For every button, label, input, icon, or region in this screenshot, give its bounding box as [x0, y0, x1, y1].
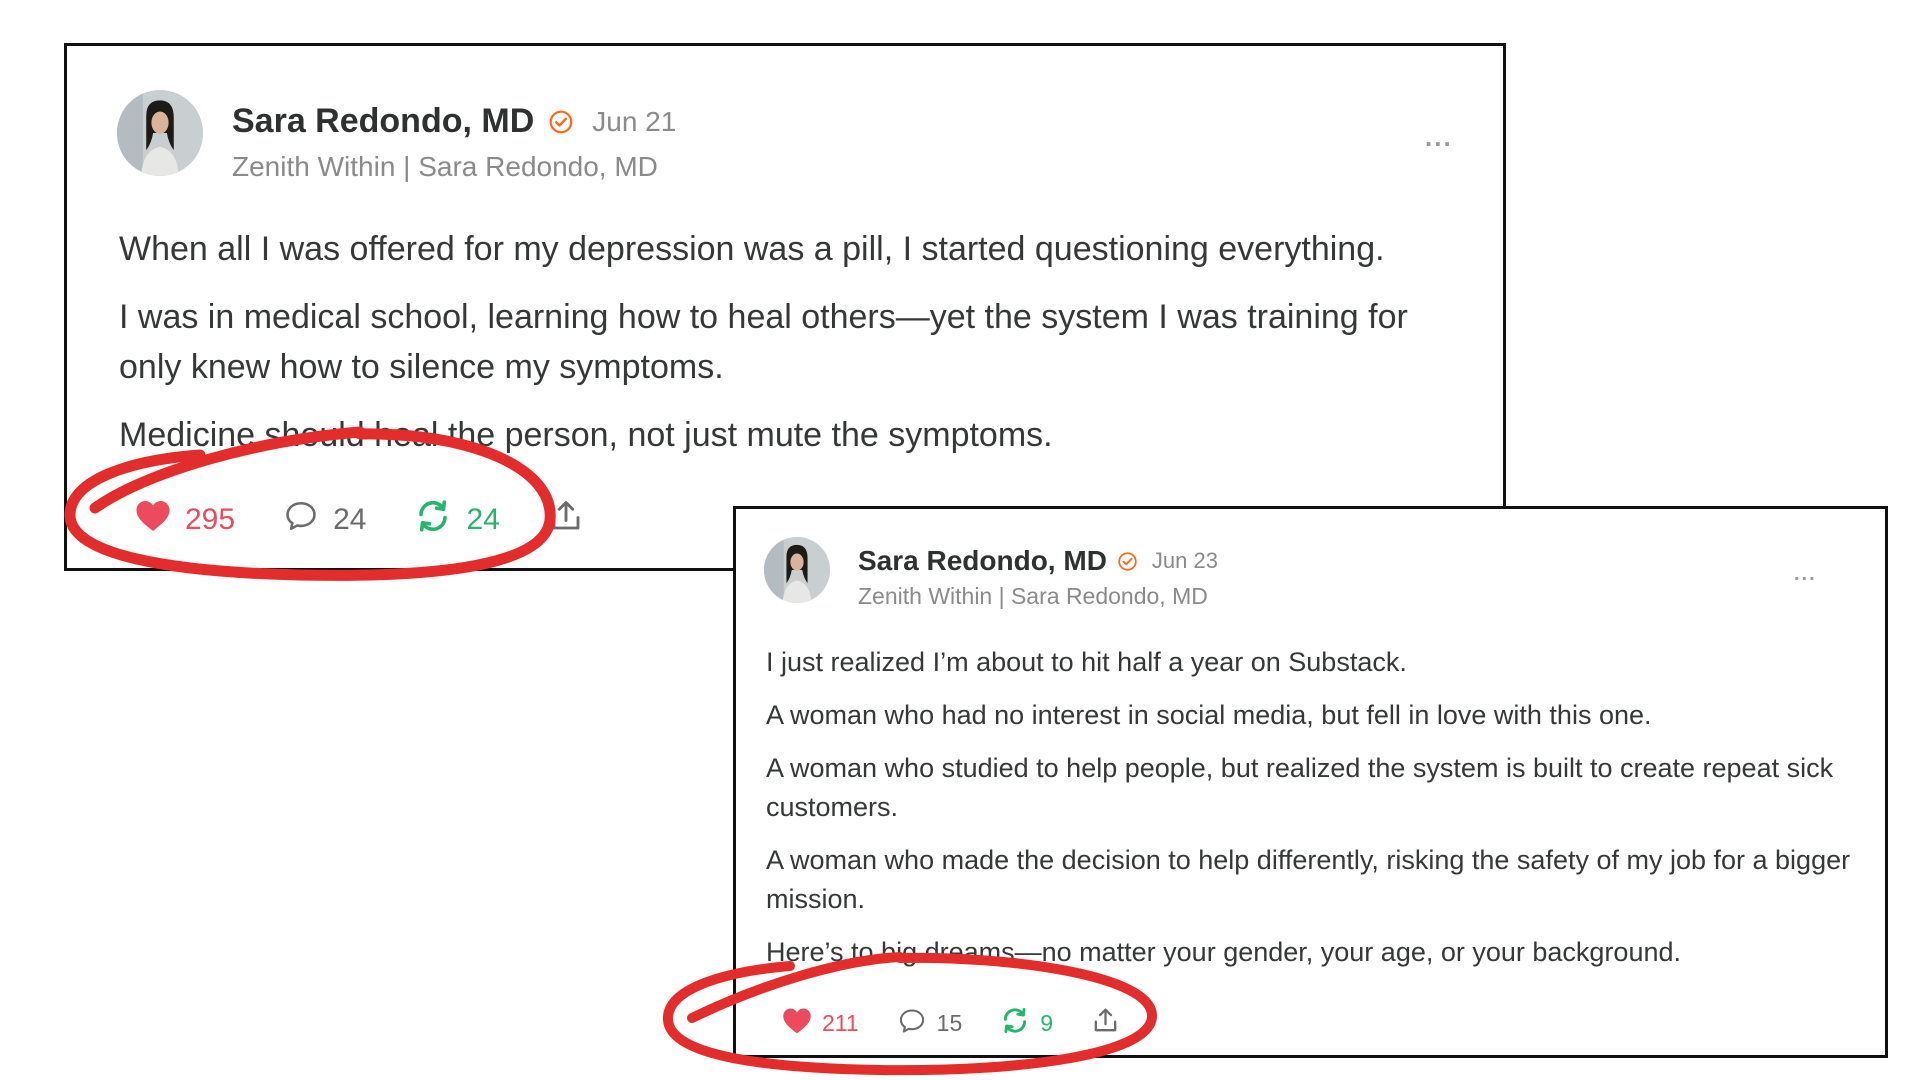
post-body: When all I was offered for my depression…: [119, 224, 1459, 478]
author-name[interactable]: Sara Redondo, MD: [232, 102, 534, 141]
post-paragraph: I just realized I’m about to hit half a …: [766, 647, 1407, 677]
post-paragraph: Here’s to big dreams—no matter your gend…: [766, 937, 1681, 967]
like-count: 211: [822, 1010, 859, 1036]
publication-name[interactable]: Zenith Within | Sara Redondo, MD: [858, 583, 1208, 610]
restack-icon: [1000, 1006, 1030, 1041]
share-icon: [548, 498, 584, 542]
more-icon[interactable]: ...: [1425, 122, 1453, 153]
avatar-image: [764, 537, 830, 603]
heart-icon: [782, 1007, 812, 1041]
avatar-image: [117, 90, 203, 176]
restack-button[interactable]: 24: [414, 498, 500, 542]
post-card-2: Sara Redondo, MD Jun 23 Zenith Within | …: [733, 506, 1888, 1058]
comment-count: 15: [936, 1010, 963, 1036]
heart-icon: [135, 499, 171, 541]
post-paragraph: Medicine should heal the person, not jus…: [119, 416, 1053, 454]
post-paragraph: A woman who studied to help people, but …: [766, 753, 1834, 822]
post-card-1: Sara Redondo, MD Jun 21 Zenith Within | …: [64, 43, 1506, 571]
post-actions: 211 15 9: [782, 1006, 1120, 1041]
more-icon[interactable]: ...: [1794, 563, 1817, 586]
like-button[interactable]: 211: [782, 1007, 859, 1041]
publication-name[interactable]: Zenith Within | Sara Redondo, MD: [232, 151, 658, 183]
comment-button[interactable]: 24: [283, 499, 366, 541]
comment-icon: [283, 499, 319, 541]
author-avatar[interactable]: [764, 537, 830, 603]
restack-button[interactable]: 9: [1000, 1006, 1053, 1041]
post-header: Sara Redondo, MD Jun 21: [232, 102, 676, 141]
verified-check-icon: [1117, 551, 1138, 572]
verified-check-icon: [548, 109, 574, 135]
comment-icon: [897, 1007, 927, 1041]
post-date[interactable]: Jun 21: [592, 106, 676, 138]
restack-icon: [414, 498, 452, 542]
restack-count: 24: [466, 503, 500, 536]
share-icon: [1091, 1006, 1120, 1041]
post-body: I just realized I’m about to hit half a …: [766, 643, 1851, 986]
comment-count: 24: [333, 503, 367, 536]
share-button[interactable]: [1091, 1006, 1120, 1041]
restack-count: 9: [1040, 1010, 1054, 1036]
author-avatar[interactable]: [117, 90, 203, 176]
post-paragraph: I was in medical school, learning how to…: [119, 298, 1408, 386]
like-count: 295: [185, 503, 236, 536]
comment-button[interactable]: 15: [897, 1007, 963, 1041]
post-paragraph: A woman who had no interest in social me…: [766, 700, 1652, 730]
post-date[interactable]: Jun 23: [1152, 548, 1218, 574]
post-header: Sara Redondo, MD Jun 23: [858, 545, 1218, 577]
share-button[interactable]: [548, 498, 584, 542]
post-paragraph: A woman who made the decision to help di…: [766, 845, 1851, 914]
post-paragraph: When all I was offered for my depression…: [119, 230, 1385, 268]
like-button[interactable]: 295: [135, 499, 235, 541]
post-actions: 295 24 24: [135, 498, 584, 542]
author-name[interactable]: Sara Redondo, MD: [858, 545, 1107, 577]
